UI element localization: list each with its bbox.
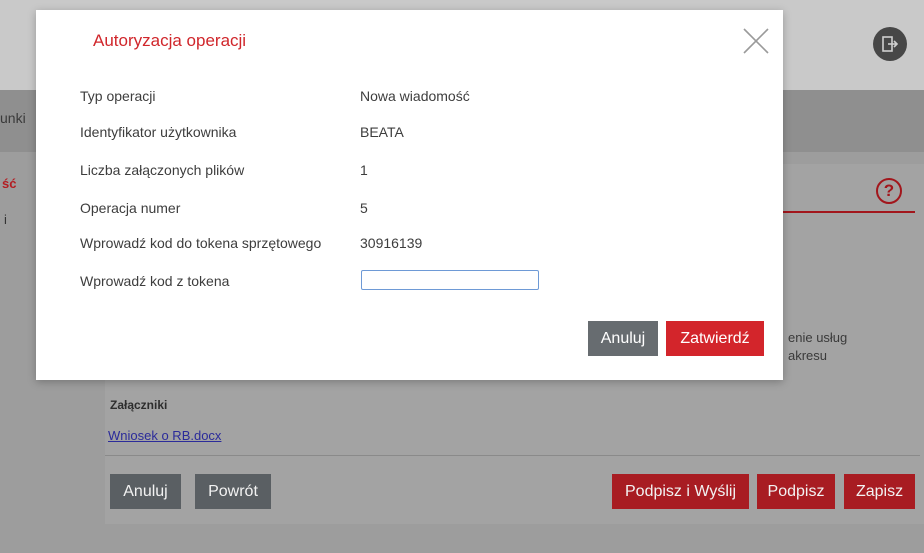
divider (105, 455, 920, 456)
attached-files-value: 1 (360, 162, 368, 178)
attachments-title: Załączniki (110, 398, 168, 412)
help-icon[interactable]: ? (876, 178, 902, 204)
close-icon[interactable] (741, 26, 771, 56)
section-divider (770, 211, 915, 213)
operation-number-value: 5 (360, 200, 368, 216)
token-code-label: Wprowadź kod z tokena (80, 273, 230, 289)
background-text-line1: enie usług (788, 330, 848, 345)
attachment-link[interactable]: Wniosek o RB.docx (108, 428, 221, 443)
bg-cancel-button[interactable]: Anuluj (110, 474, 181, 509)
sign-and-send-button[interactable]: Podpisz i Wyślij (612, 474, 749, 509)
nav-item-fragment[interactable]: unki (0, 110, 26, 126)
operation-number-label: Operacja numer (80, 200, 181, 216)
authorization-dialog: Autoryzacja operacji Typ operacji Nowa w… (36, 10, 783, 380)
save-button[interactable]: Zapisz (844, 474, 915, 509)
logout-arrow-icon (882, 36, 899, 52)
token-code-input[interactable] (361, 270, 539, 290)
logout-icon[interactable] (873, 27, 907, 61)
hardware-token-code-label: Wprowadź kod do tokena sprzętowego (80, 235, 322, 251)
operation-type-value: Nowa wiadomość (360, 88, 470, 104)
attached-files-label: Liczba załączonych plików (80, 162, 245, 178)
sidebar-item-active[interactable]: ść (2, 176, 16, 191)
user-id-label: Identyfikator użytkownika (80, 124, 237, 140)
user-id-value: BEATA (360, 124, 404, 140)
hardware-token-code-value: 30916139 (360, 235, 423, 251)
back-button[interactable]: Powrót (195, 474, 271, 509)
sign-button[interactable]: Podpisz (757, 474, 835, 509)
confirm-button[interactable]: Zatwierdź (666, 321, 764, 356)
background-text-line2: akresu (788, 348, 828, 363)
operation-type-label: Typ operacji (80, 88, 156, 104)
dialog-title: Autoryzacja operacji (93, 31, 247, 50)
sidebar-item[interactable]: i (4, 212, 7, 227)
cancel-button[interactable]: Anuluj (588, 321, 658, 356)
